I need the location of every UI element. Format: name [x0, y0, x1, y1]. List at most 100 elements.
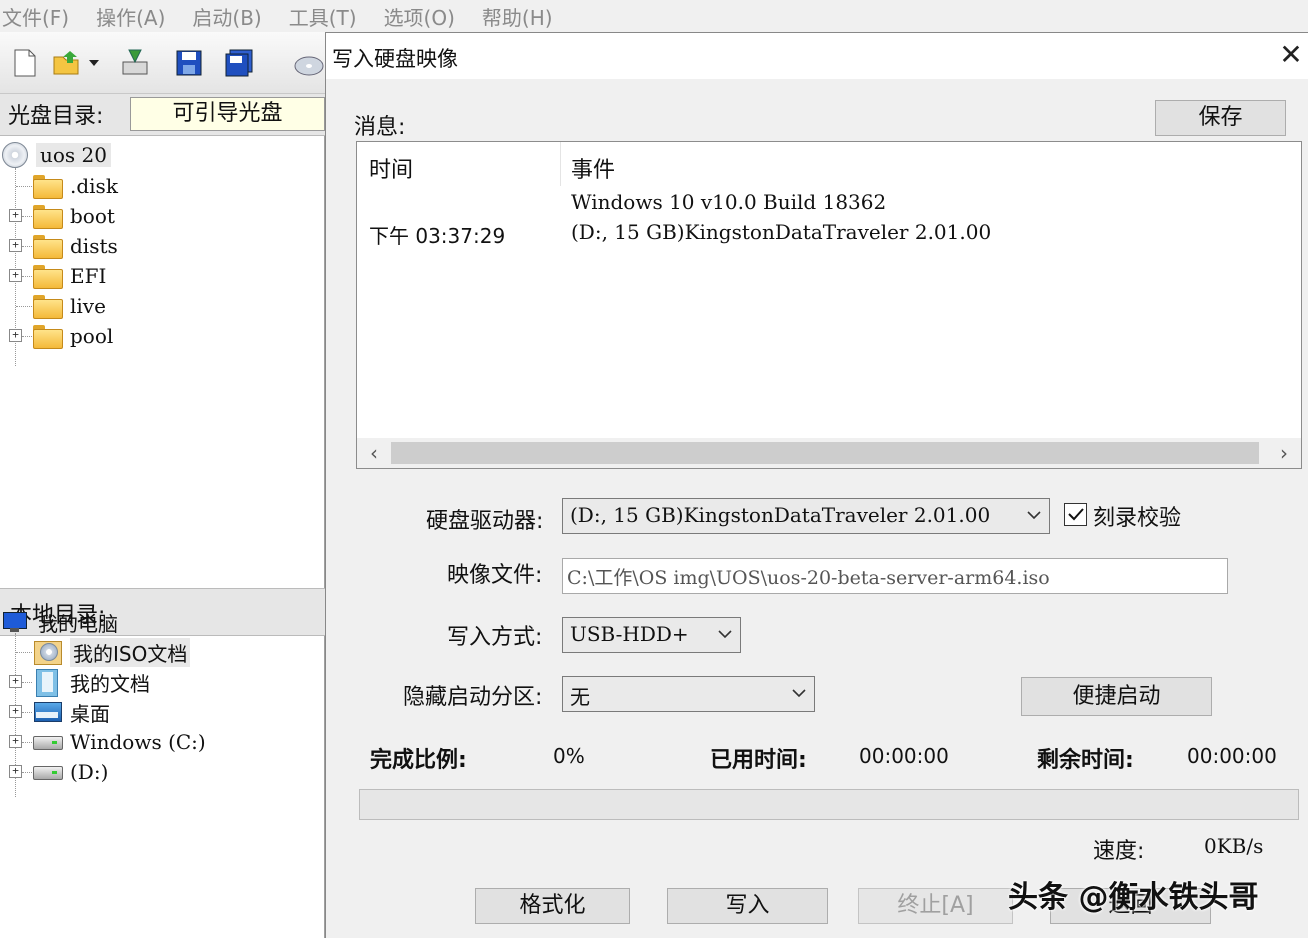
image-file-field[interactable]: C:\工作\OS img\UOS\uos-20-beta-server-arm6…	[562, 558, 1228, 594]
expand-icon[interactable]: +	[9, 239, 22, 252]
drive-icon	[32, 763, 63, 781]
log-row: 下午 03:37:29 (D:, 15 GB)KingstonDataTrave…	[357, 220, 1297, 248]
verify-label[interactable]: 刻录校验	[1093, 500, 1181, 532]
write-method-select[interactable]: USB-HDD+	[562, 617, 741, 653]
tree-item-dists[interactable]: dists	[32, 231, 118, 261]
tree-item-label: pool	[70, 324, 114, 348]
cd-tree: uos 20 .disk + boot + dists + EFI live +…	[0, 140, 325, 560]
log-event: (D:, 15 GB)KingstonDataTraveler 2.01.00	[571, 220, 992, 244]
tree-item-label: live	[70, 294, 106, 318]
dialog-title: 写入硬盘映像	[332, 47, 458, 71]
tree-item-label: boot	[70, 204, 115, 228]
expand-icon[interactable]: +	[9, 735, 22, 748]
column-header-event[interactable]: 事件	[571, 152, 615, 184]
format-button[interactable]: 格式化	[475, 888, 630, 924]
bootable-cd-field[interactable]: 可引导光盘	[130, 97, 325, 131]
scrollbar-thumb[interactable]	[391, 442, 1259, 464]
elapsed-time-label: 已用时间:	[710, 748, 807, 773]
quick-boot-button[interactable]: 便捷启动	[1021, 677, 1212, 716]
menu-boot[interactable]: 启动(B)	[190, 2, 274, 31]
tree-item-label: dists	[70, 234, 118, 258]
log-row: Windows 10 v10.0 Build 18362	[357, 190, 1297, 218]
expand-icon[interactable]: +	[9, 765, 22, 778]
scroll-left-icon[interactable]: ‹	[359, 439, 389, 467]
hidden-partition-value: 无	[570, 685, 590, 709]
menu-tools[interactable]: 工具(T)	[287, 2, 370, 31]
close-icon[interactable]: ✕	[1273, 37, 1308, 73]
drive-label: 硬盘驱动器:	[426, 509, 544, 534]
chevron-down-icon	[788, 681, 810, 705]
remaining-time-value: 00:00:00	[1187, 744, 1277, 768]
tree-item-live[interactable]: live	[32, 291, 106, 321]
cd-icon	[2, 142, 28, 168]
log-event: Windows 10 v10.0 Build 18362	[571, 190, 887, 214]
cd-root-node[interactable]: uos 20	[2, 140, 111, 170]
save-as-icon[interactable]	[222, 46, 256, 80]
scroll-right-icon[interactable]: ›	[1269, 439, 1299, 467]
tree-item-label: Windows (C:)	[70, 730, 206, 754]
menu-action[interactable]: 操作(A)	[94, 2, 178, 31]
new-file-icon[interactable]	[8, 46, 42, 80]
tree-item-label: EFI	[70, 264, 107, 288]
folder-icon	[32, 235, 63, 259]
tree-item-label: 我的电脑	[38, 611, 118, 636]
open-folder-icon[interactable]	[50, 46, 84, 80]
tree-item-efi[interactable]: EFI	[32, 261, 106, 291]
documents-icon	[32, 669, 62, 697]
extract-icon[interactable]	[118, 46, 152, 80]
drive-c-node[interactable]: Windows (C:)	[32, 727, 206, 757]
horizontal-scrollbar[interactable]: ‹ ›	[357, 438, 1301, 468]
my-computer-node[interactable]: 我的电脑	[2, 607, 118, 637]
expand-icon[interactable]: +	[9, 269, 22, 282]
image-file-value: C:\工作\OS img\UOS\uos-20-beta-server-arm6…	[567, 567, 1050, 589]
iso-folder-icon	[32, 639, 62, 665]
column-header-time[interactable]: 时间	[369, 152, 413, 184]
hidden-partition-label: 隐藏启动分区:	[403, 685, 543, 710]
drive-select-value: (D:, 15 GB)KingstonDataTraveler 2.01.00	[570, 503, 991, 527]
remaining-time-label: 剩余时间:	[1037, 748, 1134, 773]
drive-select[interactable]: (D:, 15 GB)KingstonDataTraveler 2.01.00	[562, 498, 1050, 534]
my-documents-node[interactable]: 我的文档	[32, 667, 150, 697]
tree-item-disk[interactable]: .disk	[32, 171, 118, 201]
save-button[interactable]: 保存	[1155, 100, 1286, 136]
message-label: 消息:	[354, 115, 406, 140]
complete-ratio-value: 0%	[553, 744, 585, 768]
expand-icon[interactable]: +	[9, 209, 22, 222]
drive-d-node[interactable]: (D:)	[32, 757, 108, 787]
tree-item-pool[interactable]: pool	[32, 321, 113, 351]
menu-file[interactable]: 文件(F)	[0, 2, 82, 31]
expand-icon[interactable]: +	[9, 705, 22, 718]
tree-item-label: 我的文档	[70, 671, 150, 696]
message-log[interactable]: 时间 事件 Windows 10 v10.0 Build 18362 下午 03…	[356, 141, 1302, 469]
toolbar	[0, 32, 325, 94]
hidden-partition-select[interactable]: 无	[562, 676, 815, 712]
menu-help[interactable]: 帮助(H)	[480, 2, 566, 31]
dropdown-arrow-icon[interactable]	[84, 46, 104, 80]
tree-item-boot[interactable]: boot	[32, 201, 115, 231]
burn-disc-icon[interactable]	[292, 46, 326, 80]
my-iso-docs-node[interactable]: 我的ISO文档	[32, 637, 191, 667]
column-divider[interactable]	[560, 142, 561, 186]
folder-icon	[32, 175, 63, 199]
speed-label: 速度:	[1093, 839, 1145, 864]
expand-icon[interactable]: +	[9, 329, 22, 342]
folder-icon	[32, 325, 63, 349]
write-button[interactable]: 写入	[667, 888, 828, 924]
verify-checkbox[interactable]	[1064, 503, 1087, 526]
desktop-icon	[32, 700, 62, 724]
elapsed-time-value: 00:00:00	[859, 744, 949, 768]
computer-icon	[2, 611, 28, 633]
folder-icon	[32, 205, 63, 229]
chevron-down-icon	[714, 622, 736, 646]
cd-root-label: uos 20	[36, 143, 111, 167]
menu-options[interactable]: 选项(O)	[382, 2, 468, 31]
stop-button[interactable]: 终止[A]	[858, 888, 1013, 924]
expand-icon[interactable]: +	[9, 675, 22, 688]
save-disk-icon[interactable]	[172, 46, 206, 80]
desktop-node[interactable]: 桌面	[32, 697, 110, 727]
tree-item-label: 我的ISO文档	[70, 637, 191, 667]
write-method-value: USB-HDD+	[570, 622, 689, 646]
cd-directory-label: 光盘目录:	[8, 104, 104, 129]
dialog-titlebar: 写入硬盘映像 ✕	[326, 33, 1308, 79]
cd-directory-header: 光盘目录: 可引导光盘	[0, 94, 325, 136]
